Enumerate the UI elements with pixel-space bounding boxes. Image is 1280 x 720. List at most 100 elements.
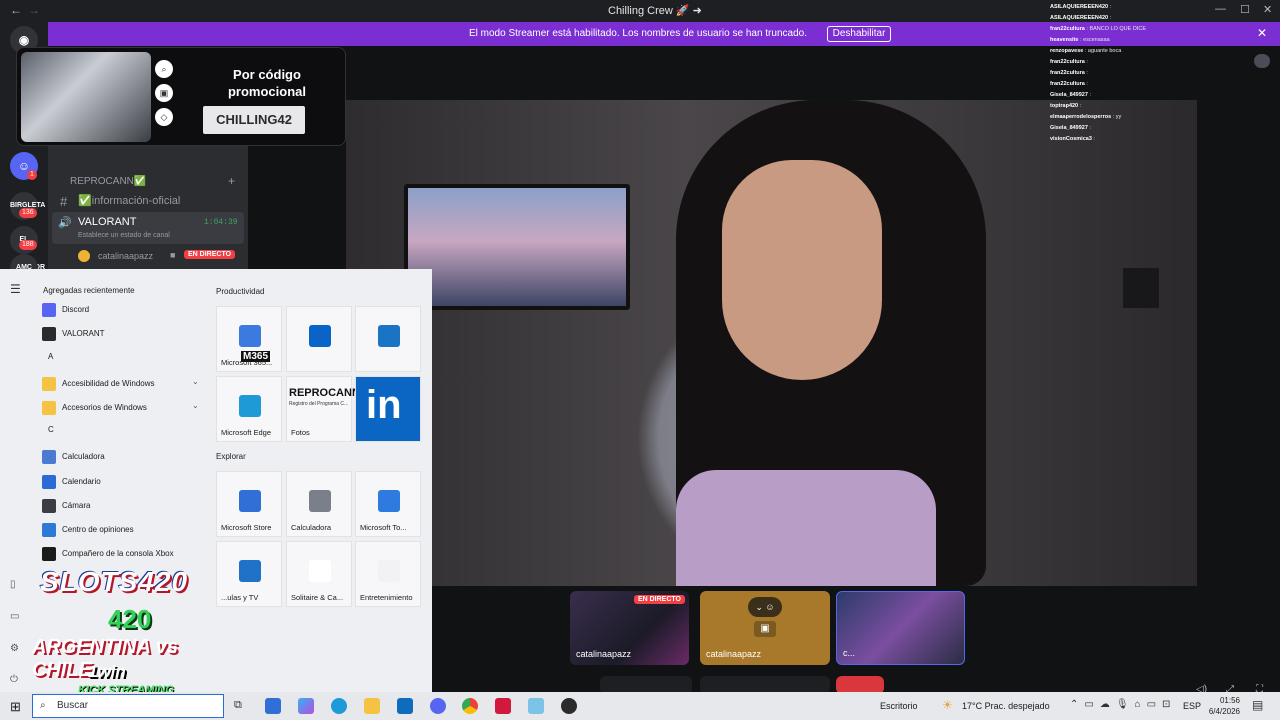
copilot-icon[interactable] bbox=[298, 698, 314, 714]
hamburger-icon[interactable]: ☰ bbox=[10, 282, 21, 296]
app-list-item[interactable]: Accesibilidad de Windows ⌄ bbox=[42, 376, 199, 399]
logo-line: 420 bbox=[108, 604, 152, 634]
live-badge: EN DIRECTO bbox=[184, 250, 236, 259]
notifications-icon[interactable]: ▤ bbox=[1252, 698, 1263, 712]
streamer-top bbox=[676, 470, 936, 586]
tile-icon bbox=[309, 560, 331, 582]
minimize-icon[interactable]: — bbox=[1215, 3, 1226, 15]
document-icon[interactable]: ▯ bbox=[10, 579, 16, 590]
letter-header[interactable]: A bbox=[48, 352, 53, 374]
banner-close-icon[interactable]: ✕ bbox=[1257, 26, 1267, 40]
chevron-down-icon: ⌄ bbox=[192, 400, 199, 410]
chat-message: Gisela_849927 : bbox=[1050, 90, 1146, 101]
voice-channel-row[interactable]: 🔊 VALORANT 1:04:39 Establece un estado d… bbox=[52, 212, 244, 244]
app-list-item[interactable]: Accesorios de Windows ⌄ bbox=[42, 400, 199, 423]
chat-username: elmaaperrodelosperros bbox=[1050, 114, 1112, 120]
close-icon[interactable]: ✕ bbox=[1263, 3, 1272, 16]
participant-tile[interactable]: c... bbox=[836, 591, 965, 665]
participant-tile[interactable]: EN DIRECTO catalinaapazz bbox=[570, 591, 689, 665]
chat-text: : bbox=[1086, 81, 1088, 87]
tile-label: Microsoft Store bbox=[221, 523, 272, 532]
app-icon[interactable] bbox=[528, 698, 544, 714]
app-tile[interactable]: REPROCANN Registro del Programa C... Fotos bbox=[286, 376, 360, 442]
back-icon[interactable]: ← bbox=[10, 3, 22, 17]
add-channel-icon[interactable]: + bbox=[228, 174, 235, 188]
language-indicator[interactable]: ESP bbox=[1183, 701, 1201, 711]
explore-header: Explorar bbox=[216, 452, 246, 461]
discord-icon[interactable] bbox=[430, 698, 446, 714]
chat-message: ASILAQUIEREEEN420 : bbox=[1050, 2, 1146, 13]
file-explorer-icon[interactable] bbox=[364, 698, 380, 714]
letter-header[interactable]: C bbox=[48, 425, 54, 447]
chat-message: fran22cultura : bbox=[1050, 68, 1146, 79]
app-tile[interactable]: Microsoft Edge bbox=[216, 376, 282, 442]
app-label: Calendario bbox=[62, 476, 101, 486]
app-tile[interactable]: Solitaire & Ca... bbox=[286, 541, 352, 607]
live-badge: EN DIRECTO bbox=[633, 595, 685, 604]
tile-label: Fotos bbox=[291, 428, 310, 437]
task-view-icon[interactable]: ⧉ bbox=[234, 699, 242, 712]
participant-tile[interactable]: ⌄ ☺ ▣ catalinaapazz bbox=[700, 591, 830, 665]
tray-icons[interactable]: ⌃▭☁🎙⌂▭⊡ bbox=[1070, 699, 1176, 710]
channel-status[interactable]: Establece un estado de canal bbox=[78, 232, 170, 239]
voice-member[interactable]: catalinaapazz bbox=[98, 251, 153, 261]
chat-text: : bbox=[1109, 4, 1112, 10]
notification-badge: 188 bbox=[19, 240, 37, 250]
app-list-item[interactable]: VALORANT bbox=[42, 327, 105, 349]
tile-icon bbox=[309, 490, 331, 512]
app-tile[interactable]: Microsoft To... bbox=[355, 471, 421, 537]
taskbar-search[interactable]: ⌕ Buscar bbox=[32, 694, 224, 718]
expand-icon[interactable]: ⌄ ☺ bbox=[748, 597, 782, 617]
app-list-item[interactable]: Calculadora bbox=[42, 450, 105, 472]
chrome-icon[interactable] bbox=[462, 698, 478, 714]
app-icon bbox=[42, 327, 56, 342]
app-tile[interactable]: Calculadora bbox=[286, 471, 352, 537]
app-label: Calculadora bbox=[62, 452, 105, 462]
forward-icon[interactable]: → bbox=[28, 3, 40, 17]
camera-off-icon: ▣ bbox=[754, 621, 776, 637]
app-tile[interactable]: M365 Microsoft 365... bbox=[216, 306, 282, 372]
participant-name: c... bbox=[843, 648, 856, 658]
disable-streamer-button[interactable]: Deshabilitar bbox=[827, 26, 891, 42]
stream-video[interactable] bbox=[346, 100, 1197, 586]
letter-label: A bbox=[48, 351, 54, 361]
recent-header: Agregadas recientemente bbox=[43, 286, 135, 295]
chat-text: : bbox=[1109, 15, 1112, 21]
chat-username: heavensite bbox=[1050, 37, 1079, 43]
maximize-icon[interactable]: ☐ bbox=[1240, 3, 1250, 16]
outlook-icon[interactable] bbox=[397, 698, 413, 714]
clock[interactable]: 01:56 6/4/2026 bbox=[1204, 695, 1240, 717]
desktop-label[interactable]: Escritorio bbox=[880, 701, 918, 711]
category-header[interactable]: REPROCANN✅ bbox=[70, 176, 146, 187]
app-list-item[interactable]: Cámara bbox=[42, 498, 90, 521]
gift-icon: ▣ bbox=[155, 84, 173, 102]
chat-bubble-icon[interactable] bbox=[1254, 54, 1270, 68]
power-icon[interactable]: ⏻ bbox=[10, 674, 18, 685]
app-list-item[interactable]: Centro de opiniones bbox=[42, 523, 134, 545]
app-tile[interactable]: Microsoft Store bbox=[216, 471, 282, 537]
app-tile[interactable] bbox=[286, 306, 352, 372]
chat-message: renzopavese : aguante boca bbox=[1050, 46, 1146, 57]
text-channel[interactable]: ✅información-oficial bbox=[78, 194, 180, 207]
app-list-item[interactable]: Calendario bbox=[42, 474, 101, 497]
app-icon[interactable] bbox=[495, 698, 511, 714]
weather-text[interactable]: 17°C Prac. despejado bbox=[962, 701, 1050, 711]
edge-icon[interactable] bbox=[331, 698, 347, 714]
app-icon bbox=[42, 523, 56, 538]
chat-text: : escenasaa bbox=[1079, 37, 1110, 43]
store-icon[interactable] bbox=[265, 698, 281, 714]
chat-message: heavensite : escenasaa bbox=[1050, 35, 1146, 46]
obs-icon[interactable] bbox=[561, 698, 577, 714]
app-tile[interactable] bbox=[355, 306, 421, 372]
camera-icon: ■ bbox=[170, 250, 176, 260]
app-tile[interactable]: Entretenimiento bbox=[355, 541, 421, 607]
chat-text: : yy bbox=[1112, 114, 1122, 120]
chat-text: : bbox=[1086, 70, 1088, 76]
app-list-item[interactable]: Discord bbox=[42, 303, 89, 325]
app-tile[interactable]: in bbox=[355, 376, 421, 442]
windows-start-icon[interactable]: ⊞ bbox=[10, 699, 21, 715]
streamer-face bbox=[722, 160, 882, 380]
tile-label: Entretenimiento bbox=[360, 593, 413, 602]
weather-icon: ☀ bbox=[942, 698, 953, 712]
app-icon bbox=[42, 474, 56, 489]
